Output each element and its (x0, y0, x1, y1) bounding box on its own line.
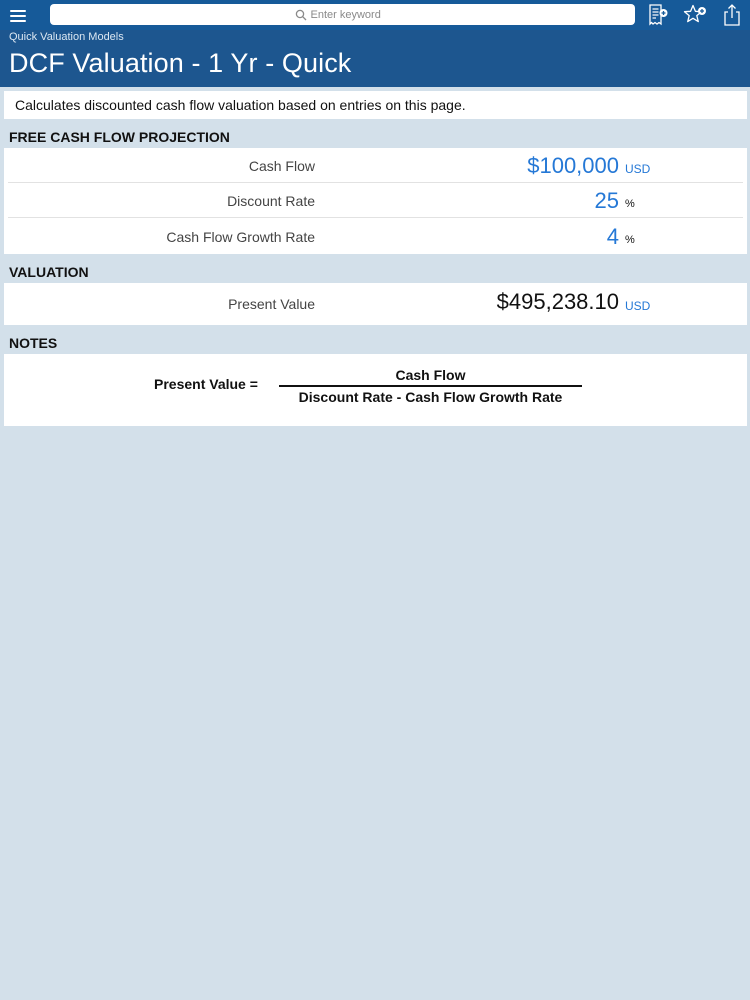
description-panel: Calculates discounted cash flow valuatio… (4, 91, 747, 119)
discount-rate-label: Discount Rate (227, 193, 315, 209)
top-toolbar (0, 0, 750, 30)
search-icon (295, 9, 306, 20)
formula-lhs: Present Value = (154, 376, 258, 392)
cash-flow-row: Cash Flow $100,000 USD (8, 148, 743, 183)
description-text: Calculates discounted cash flow valuatio… (15, 97, 466, 113)
discount-rate-input[interactable]: 25 (595, 188, 619, 214)
search-field[interactable] (50, 4, 635, 25)
formula-numerator: Cash Flow (395, 367, 466, 383)
growth-rate-unit: % (625, 234, 635, 246)
cash-flow-unit: USD (625, 162, 651, 176)
page-title: DCF Valuation - 1 Yr - Quick (9, 48, 352, 78)
valuation-panel: Present Value $495,238.10 USD (4, 283, 747, 325)
section-heading-projection: FREE CASH FLOW PROJECTION (9, 129, 230, 145)
cash-flow-input[interactable]: $100,000 (527, 153, 619, 179)
present-value-row: Present Value $495,238.10 USD (8, 286, 743, 321)
discount-rate-row: Discount Rate 25 % (8, 183, 743, 218)
menu-icon[interactable] (8, 5, 30, 25)
present-value-output: $495,238.10 (496, 289, 619, 314)
growth-rate-input[interactable]: 4 (607, 224, 619, 250)
report-add-icon[interactable] (645, 3, 671, 27)
present-value-unit: USD (625, 299, 651, 313)
notes-panel: Present Value = Cash Flow Discount Rate … (4, 354, 747, 426)
share-icon[interactable] (719, 3, 745, 27)
growth-rate-row: Cash Flow Growth Rate 4 % (8, 219, 743, 254)
projection-panel: Cash Flow $100,000 USD Discount Rate 25 … (4, 148, 747, 254)
present-value-formula: Present Value = Cash Flow Discount Rate … (4, 354, 747, 426)
section-heading-notes: NOTES (9, 335, 58, 351)
search-input[interactable] (310, 8, 391, 21)
growth-rate-label: Cash Flow Growth Rate (166, 229, 315, 245)
fraction-bar (279, 385, 582, 387)
breadcrumb[interactable]: Quick Valuation Models (9, 31, 124, 43)
favorite-add-icon[interactable] (682, 3, 708, 27)
cash-flow-label: Cash Flow (248, 158, 315, 174)
section-heading-valuation: VALUATION (9, 264, 89, 280)
page-header: Quick Valuation Models DCF Valuation - 1… (0, 30, 750, 87)
formula-denominator: Discount Rate - Cash Flow Growth Rate (298, 389, 563, 405)
present-value-label: Present Value (228, 296, 315, 312)
discount-rate-unit: % (625, 198, 635, 210)
